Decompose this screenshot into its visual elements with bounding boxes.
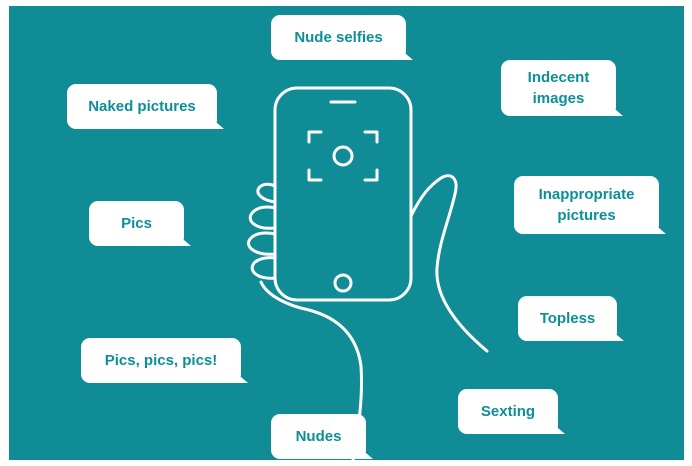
bubble-indecent-images: Indecent images (501, 60, 623, 116)
phone-home-button (333, 273, 353, 293)
label-pics: Pics (121, 214, 152, 232)
finger-4 (250, 256, 277, 280)
finger-2 (248, 205, 277, 230)
illustration-canvas: Nude selfies Indecent images Naked pictu… (9, 6, 684, 460)
bubble-nudes: Nudes (271, 414, 373, 459)
bubble-nude-selfies: Nude selfies (271, 15, 413, 60)
label-sexting: Sexting (480, 402, 536, 420)
bubble-pics: Pics (89, 201, 191, 246)
bubble-naked-pictures: Naked pictures (67, 84, 224, 129)
label-nude-selfies: Nude selfies (294, 28, 383, 46)
camera-focus-icon (307, 130, 379, 182)
hand-thumb-outline (409, 174, 489, 353)
bubble-inappropriate-pictures: Inappropriate pictures (514, 176, 666, 234)
bubble-pics-pics-pics: Pics, pics, pics! (81, 338, 248, 383)
label-inappropriate-pictures: Inappropriate pictures (538, 186, 635, 224)
bubble-sexting: Sexting (458, 389, 565, 434)
finger-3 (247, 231, 277, 256)
label-topless: Topless (539, 309, 596, 327)
label-pics-pics-pics: Pics, pics, pics! (104, 351, 218, 369)
phone-outline (273, 86, 413, 302)
label-indecent-images: Indecent images (527, 69, 590, 107)
bubble-topless: Topless (518, 296, 624, 341)
finger-1 (256, 182, 277, 204)
label-naked-pictures: Naked pictures (88, 97, 196, 115)
label-nudes: Nudes (295, 427, 342, 445)
